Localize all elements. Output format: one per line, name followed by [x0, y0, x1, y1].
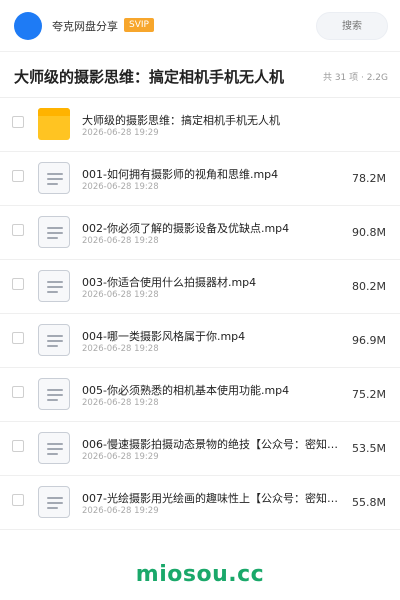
item-size: 80.2M — [352, 280, 386, 293]
item-name[interactable]: 005-你必须熟悉的相机基本使用功能.mp4 — [82, 382, 348, 398]
quark-logo-icon[interactable] — [14, 12, 42, 40]
select-checkbox[interactable] — [12, 224, 24, 236]
watermark-text: miosou.cc — [135, 562, 265, 587]
file-icon — [38, 162, 70, 194]
select-checkbox[interactable] — [12, 386, 24, 398]
folder-title-bar: 大师级的摄影思维：搞定相机手机无人机 共 31 项 · 2.2G — [0, 52, 400, 98]
file-icon — [38, 378, 70, 410]
select-checkbox[interactable] — [12, 332, 24, 344]
brand-name: 夸克网盘分享 — [52, 20, 118, 33]
item-name[interactable]: 001-如何拥有摄影师的视角和思维.mp4 — [82, 166, 348, 182]
item-size: 78.2M — [352, 172, 386, 185]
app-header: 夸克网盘分享 SVIP — [0, 0, 400, 52]
item-size: 55.8M — [352, 496, 386, 509]
item-size: 90.8M — [352, 226, 386, 239]
list-item[interactable]: 004-哪一类摄影风格属于你.mp4 2026-06-28 19:28 96.9… — [0, 314, 400, 368]
list-item[interactable]: 002-你必须了解的摄影设备及优缺点.mp4 2026-06-28 19:28 … — [0, 206, 400, 260]
list-item[interactable]: 003-你适合使用什么拍摄器材.mp4 2026-06-28 19:28 80.… — [0, 260, 400, 314]
folder-meta: 共 31 项 · 2.2G — [322, 73, 388, 83]
list-item[interactable]: 007-光绘摄影用光绘画的趣味性上【公众号：密知圈… 2026-06-28 19… — [0, 476, 400, 530]
item-name[interactable]: 002-你必须了解的摄影设备及优缺点.mp4 — [82, 220, 348, 236]
item-date: 2026-06-28 19:28 — [82, 182, 159, 192]
list-item[interactable]: 005-你必须熟悉的相机基本使用功能.mp4 2026-06-28 19:28 … — [0, 368, 400, 422]
select-checkbox[interactable] — [12, 440, 24, 452]
file-icon — [38, 486, 70, 518]
search-input[interactable] — [316, 12, 388, 40]
select-checkbox[interactable] — [12, 170, 24, 182]
list-item[interactable]: 001-如何拥有摄影师的视角和思维.mp4 2026-06-28 19:28 7… — [0, 152, 400, 206]
item-date: 2026-06-28 19:29 — [82, 452, 159, 462]
file-list: 大师级的摄影思维：搞定相机手机无人机 2026-06-28 19:29 001-… — [0, 98, 400, 530]
footer: miosou.cc — [0, 552, 400, 600]
list-item[interactable]: 006-慢速摄影拍摄动态景物的绝技【公众号：密知圈… 2026-06-28 19… — [0, 422, 400, 476]
item-size: 96.9M — [352, 334, 386, 347]
select-checkbox[interactable] — [12, 278, 24, 290]
item-date: 2026-06-28 19:28 — [82, 344, 159, 354]
file-icon — [38, 324, 70, 356]
item-name[interactable]: 003-你适合使用什么拍摄器材.mp4 — [82, 274, 348, 290]
select-checkbox[interactable] — [12, 116, 24, 128]
item-size: 75.2M — [352, 388, 386, 401]
item-date: 2026-06-28 19:28 — [82, 236, 159, 246]
item-date: 2026-06-28 19:29 — [82, 128, 159, 138]
item-name[interactable]: 006-慢速摄影拍摄动态景物的绝技【公众号：密知圈… — [82, 436, 348, 452]
item-date: 2026-06-28 19:28 — [82, 398, 159, 408]
item-size: 53.5M — [352, 442, 386, 455]
item-name[interactable]: 004-哪一类摄影风格属于你.mp4 — [82, 328, 348, 344]
svip-badge[interactable]: SVIP — [124, 18, 154, 32]
item-date: 2026-06-28 19:29 — [82, 506, 159, 516]
file-icon — [38, 432, 70, 464]
item-name[interactable]: 大师级的摄影思维：搞定相机手机无人机 — [82, 112, 348, 128]
item-date: 2026-06-28 19:28 — [82, 290, 159, 300]
item-name[interactable]: 007-光绘摄影用光绘画的趣味性上【公众号：密知圈… — [82, 490, 348, 506]
file-icon — [38, 270, 70, 302]
select-checkbox[interactable] — [12, 494, 24, 506]
page-title: 大师级的摄影思维：搞定相机手机无人机 — [14, 68, 285, 86]
list-item[interactable]: 大师级的摄影思维：搞定相机手机无人机 2026-06-28 19:29 — [0, 98, 400, 152]
file-icon — [38, 216, 70, 248]
folder-icon — [38, 108, 70, 140]
